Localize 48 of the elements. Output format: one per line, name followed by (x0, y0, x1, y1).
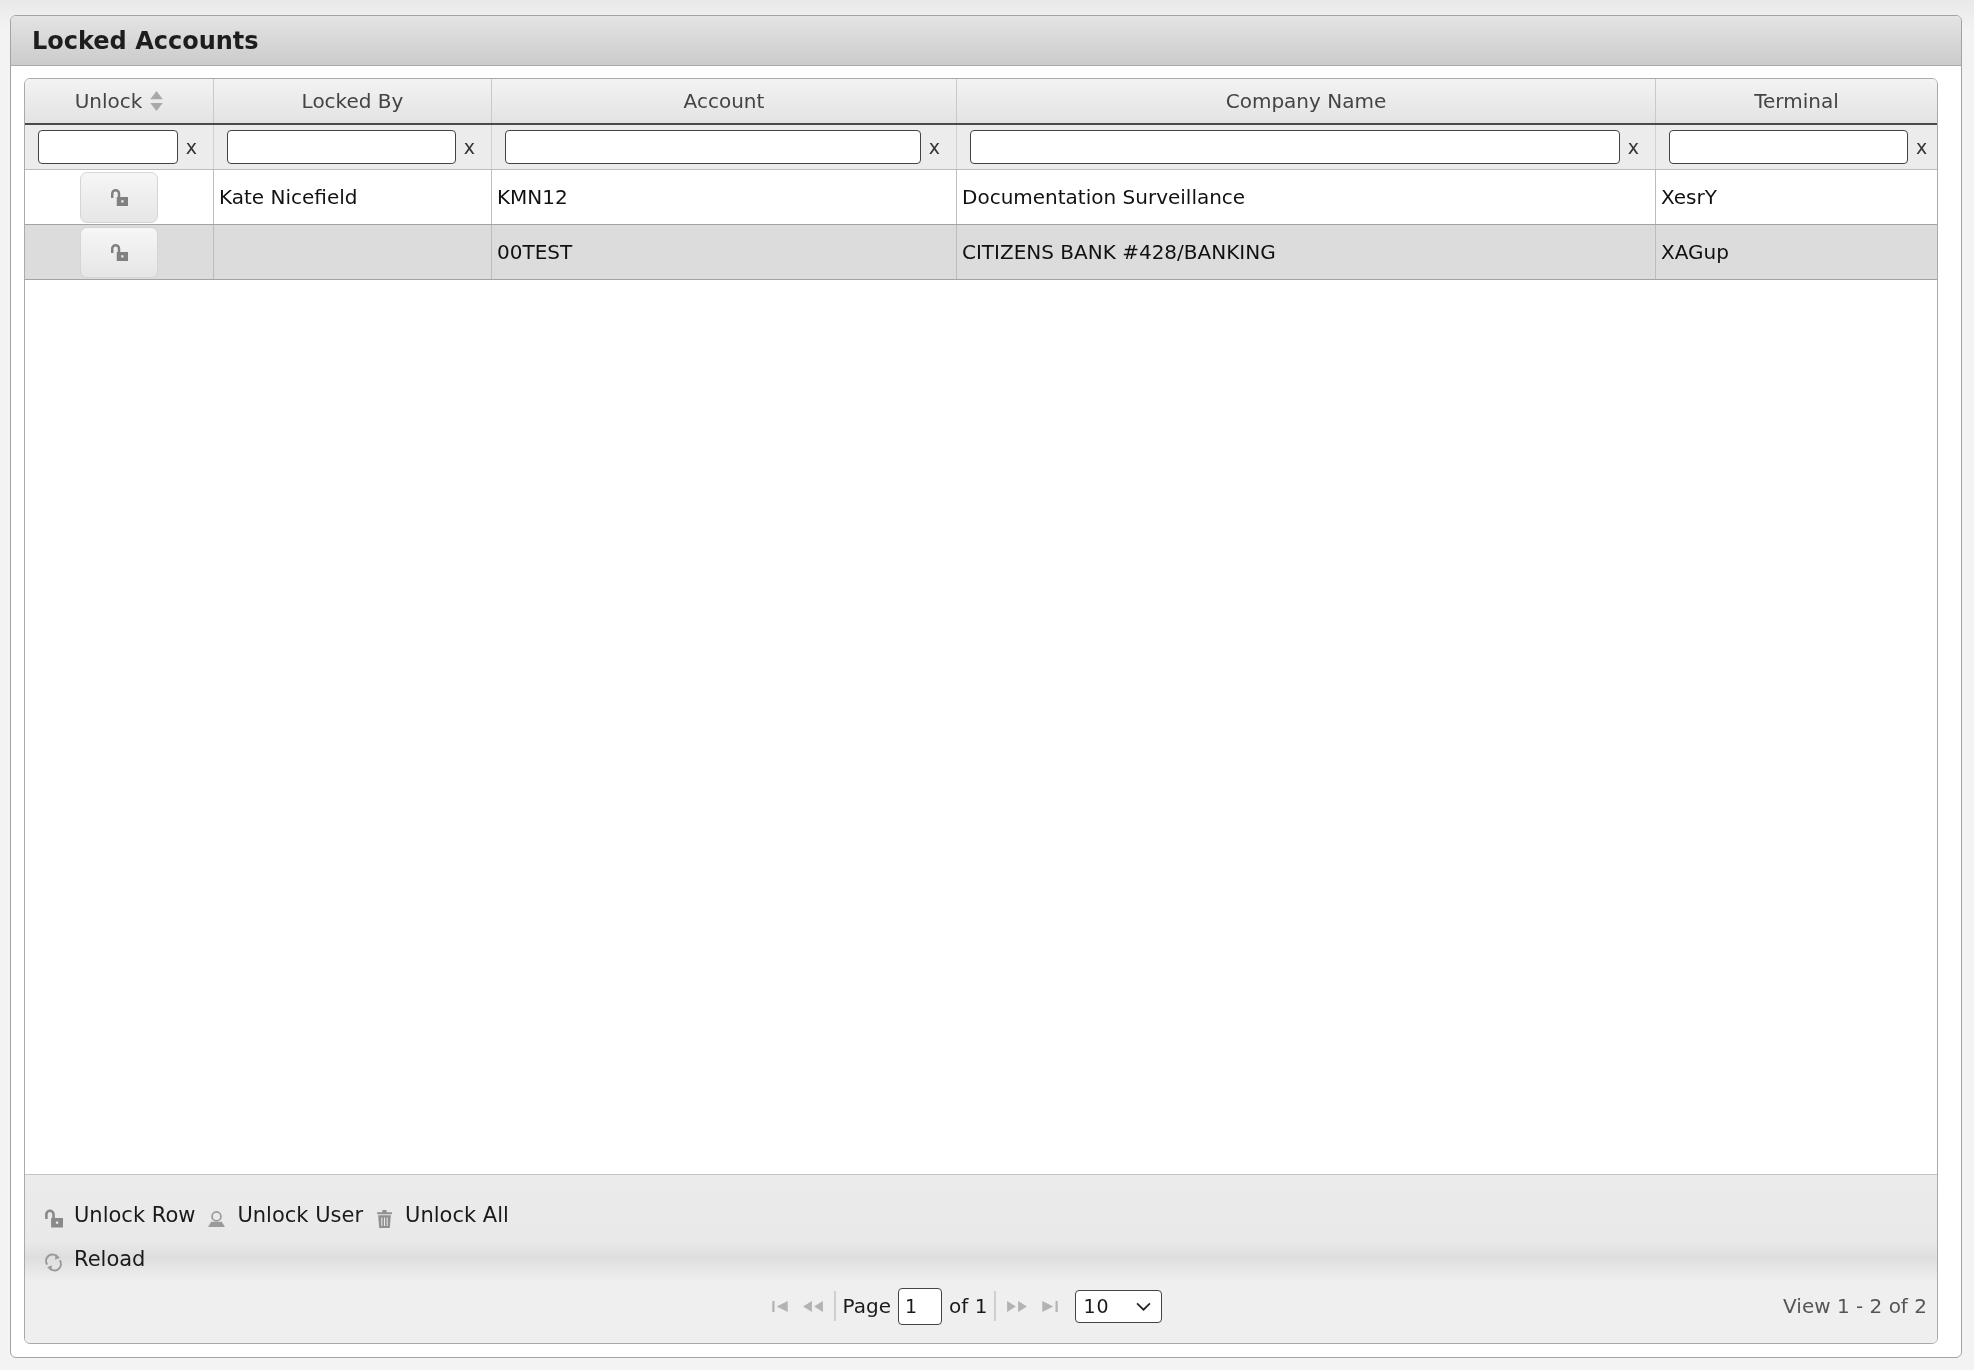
previous-page-icon (802, 1300, 823, 1312)
sort-icon (150, 91, 164, 111)
toolbar-button[interactable]: Unlock User (203, 1198, 368, 1232)
table-cell: XAGup (1661, 240, 1729, 264)
trash-icon (375, 1208, 395, 1228)
filter-input[interactable] (1669, 130, 1908, 164)
table-cell: CITIZENS BANK #428/BANKING (962, 240, 1276, 264)
table-row[interactable]: 00TEST CITIZENS BANK #428/BANKING XAGup (25, 225, 1937, 280)
toolbar-button[interactable]: Reload (40, 1242, 150, 1276)
open-padlock-icon (44, 1208, 63, 1228)
open-padlock-icon (110, 243, 128, 261)
column-header[interactable]: Terminal (1656, 79, 1937, 123)
clear-filter-button[interactable]: x (1627, 136, 1639, 158)
unlock-row-button[interactable] (80, 171, 158, 223)
table-cell: 00TEST (497, 240, 573, 264)
table-row[interactable]: Kate Nicefield KMN12 Documentation Surveillance XesrY (25, 170, 1937, 225)
clear-filter-button[interactable]: x (928, 136, 940, 158)
page-size-select[interactable]: 10 (1075, 1289, 1163, 1323)
filter-input[interactable] (970, 130, 1620, 164)
first-page-icon (771, 1300, 788, 1312)
toolbar-button[interactable]: Unlock Row (40, 1198, 200, 1232)
column-header[interactable]: Locked By (214, 79, 492, 123)
reload-icon (44, 1252, 63, 1272)
open-padlock-icon (110, 188, 128, 206)
filter-input[interactable] (505, 130, 921, 164)
table-cell: XesrY (1661, 185, 1717, 209)
user-icon (207, 1208, 227, 1228)
clear-filter-button[interactable]: x (1916, 136, 1928, 158)
page-label: Page (842, 1294, 892, 1318)
chevron-down-icon (1136, 1301, 1152, 1311)
column-header[interactable]: Account (492, 79, 957, 123)
unlock-row-button[interactable] (80, 226, 158, 278)
clear-filter-button[interactable]: x (185, 136, 197, 158)
next-page-icon (1007, 1300, 1028, 1312)
toolbar-button[interactable]: Unlock All (371, 1198, 513, 1232)
records-count: View 1 - 2 of 2 (1783, 1294, 1927, 1318)
table-cell: KMN12 (497, 185, 568, 209)
filter-input[interactable] (227, 130, 456, 164)
clear-filter-button[interactable]: x (463, 136, 475, 158)
panel-title: Locked Accounts (32, 26, 259, 55)
page-number-input[interactable]: 1 (898, 1287, 943, 1325)
filter-input[interactable] (38, 130, 178, 164)
column-header[interactable]: Unlock (25, 79, 214, 123)
column-header[interactable]: Company Name (957, 79, 1656, 123)
table-cell: Kate Nicefield (219, 185, 358, 209)
page-total: of 1 (949, 1294, 988, 1318)
last-page-icon (1042, 1300, 1059, 1312)
table-cell: Documentation Surveillance (962, 185, 1246, 209)
